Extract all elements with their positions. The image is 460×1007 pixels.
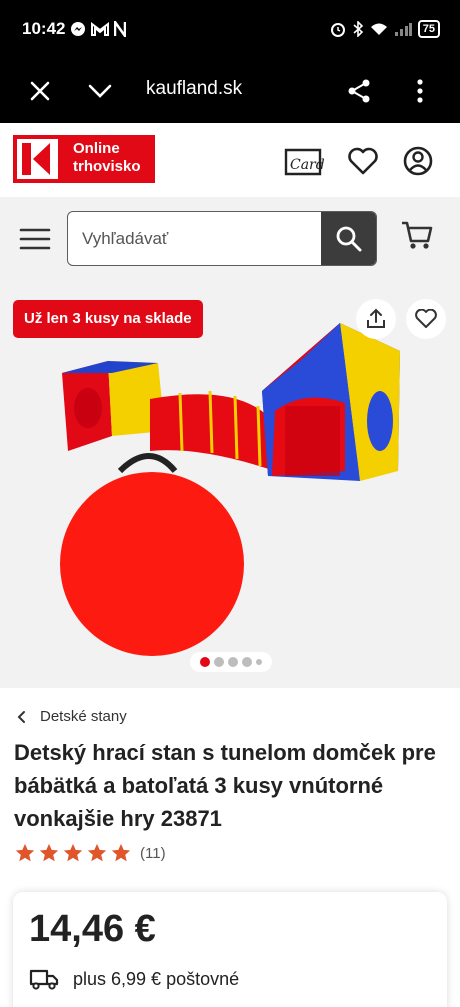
star-icon — [63, 843, 83, 862]
truck-icon — [29, 969, 59, 990]
card-icon[interactable]: Card — [282, 141, 324, 181]
kaufland-logo[interactable]: Online trhovisko — [13, 135, 155, 183]
search-row — [0, 197, 460, 281]
messenger-icon — [71, 22, 85, 36]
n-icon — [114, 21, 126, 37]
signal-icon — [394, 23, 412, 36]
status-bar: 10:42 75 — [0, 0, 460, 60]
share-product-button[interactable] — [356, 299, 396, 339]
search-box — [67, 211, 377, 266]
star-icon — [87, 843, 107, 862]
logo-text: Online trhovisko — [62, 135, 155, 183]
product-title: Detský hrací stan s tunelom domček pre b… — [14, 740, 436, 831]
shipping-info: plus 6,99 € poštovné — [29, 968, 239, 990]
url-text[interactable]: kaufland.sk — [146, 78, 242, 100]
search-button[interactable] — [321, 212, 376, 265]
breadcrumb[interactable]: Detské stany — [16, 708, 127, 725]
star-icon — [39, 843, 59, 862]
heart-icon — [415, 309, 437, 328]
gallery-dots[interactable] — [190, 652, 272, 672]
hamburger-menu-icon[interactable] — [19, 221, 55, 257]
product-price: 14,46 € — [29, 908, 156, 950]
status-right-icons: 75 — [330, 20, 440, 38]
star-icon — [111, 843, 131, 862]
stock-badge: Už len 3 kusy na sklade — [13, 300, 203, 338]
product-rating[interactable]: (11) — [14, 842, 166, 864]
heart-icon[interactable] — [343, 141, 383, 181]
account-icon[interactable] — [398, 141, 438, 181]
gallery-dot-active[interactable] — [200, 657, 210, 667]
wifi-icon — [370, 23, 387, 35]
gallery-dot[interactable] — [228, 657, 238, 667]
bluetooth-icon — [353, 21, 363, 37]
alarm-icon — [330, 23, 345, 37]
upload-share-icon — [367, 308, 385, 328]
battery-indicator: 75 — [417, 20, 440, 38]
star-icon — [15, 843, 35, 862]
price-card: 14,46 € plus 6,99 € poštovné — [13, 892, 447, 1007]
logo-k-mark — [13, 135, 62, 183]
search-input[interactable] — [68, 212, 322, 265]
chevron-left-icon — [17, 710, 25, 723]
svg-text:Card: Card — [290, 157, 324, 173]
close-icon[interactable] — [23, 74, 57, 108]
status-time: 10:42 — [22, 19, 66, 38]
status-left-icons — [70, 21, 126, 37]
product-gallery[interactable]: Už len 3 kusy na sklade — [0, 281, 460, 688]
gallery-dot[interactable] — [214, 657, 224, 667]
site-header: Online trhovisko Card — [0, 123, 460, 197]
gallery-dot[interactable] — [256, 659, 262, 665]
gmail-icon — [91, 22, 109, 36]
gallery-dot[interactable] — [242, 657, 252, 667]
rating-count: (11) — [140, 844, 166, 862]
wishlist-button[interactable] — [406, 299, 446, 339]
product-image — [60, 323, 400, 656]
share-icon[interactable] — [342, 74, 376, 108]
shipping-text: plus 6,99 € poštovné — [73, 968, 240, 989]
breadcrumb-label: Detské stany — [40, 708, 127, 725]
chevron-down-icon[interactable] — [83, 74, 117, 108]
more-vertical-icon[interactable] — [403, 74, 437, 108]
browser-toolbar: kaufland.sk — [0, 60, 460, 123]
search-icon — [336, 226, 361, 251]
cart-icon[interactable] — [400, 219, 440, 259]
